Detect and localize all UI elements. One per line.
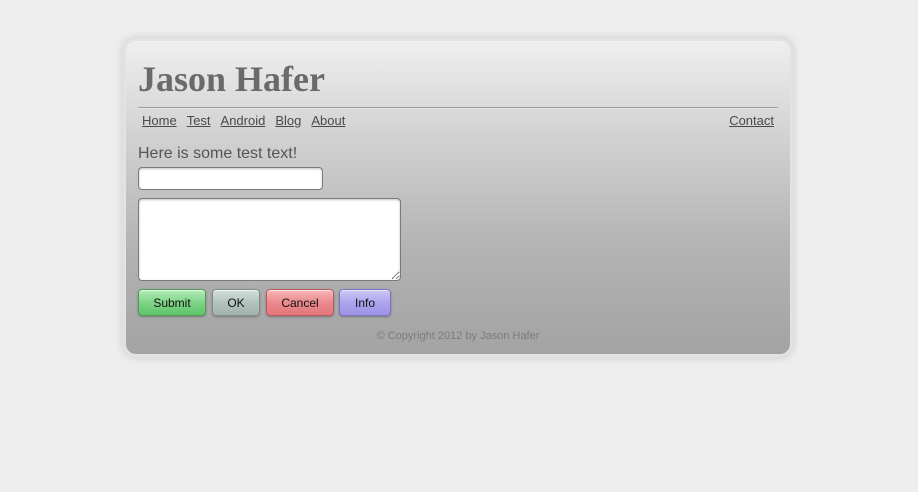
title-divider [138,107,778,109]
site-title: Jason Hafer [138,59,325,99]
text-input[interactable] [138,167,323,190]
content-card: Jason Hafer Home Test Android Blog About… [126,41,790,354]
submit-button[interactable]: Submit [138,289,206,316]
nav-link-test[interactable]: Test [187,113,211,129]
nav-link-contact[interactable]: Contact [729,113,774,129]
main-nav: Home Test Android Blog About [142,113,345,129]
ok-button[interactable]: OK [212,289,260,316]
nav-link-home[interactable]: Home [142,113,177,129]
copyright-text: © Copyright 2012 by Jason Hafer [376,330,540,342]
message-textarea[interactable] [138,198,401,281]
nav-link-android[interactable]: Android [221,113,266,129]
nav-link-about[interactable]: About [311,113,345,129]
cancel-button[interactable]: Cancel [266,289,334,316]
nav-link-blog[interactable]: Blog [275,113,301,129]
info-button[interactable]: Info [339,289,391,316]
intro-text: Here is some test text! [138,145,298,162]
